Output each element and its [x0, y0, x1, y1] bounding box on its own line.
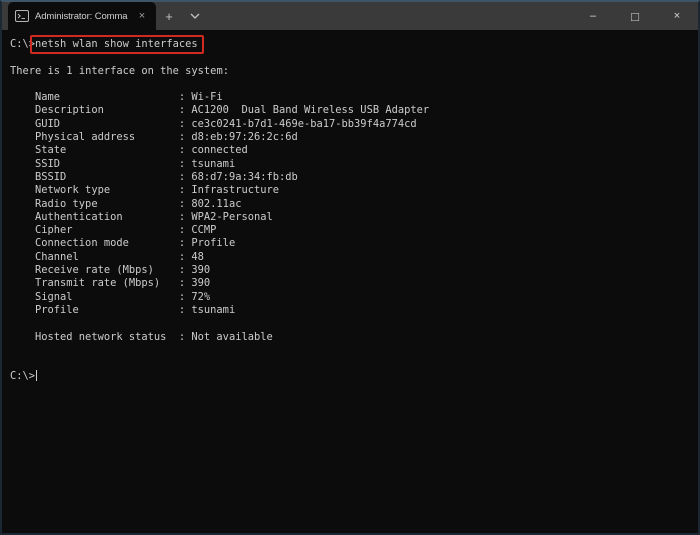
info-row-connection-mode: Connection modeProfile: [10, 237, 698, 250]
tab-dropdown-button[interactable]: [182, 2, 208, 30]
command-text: netsh wlan show interfaces: [35, 38, 198, 50]
info-row-network-type: Network typeInfrastructure: [10, 184, 698, 197]
blank-line: [10, 317, 698, 330]
blank-line: [10, 344, 698, 357]
info-row-description: DescriptionAC1200 Dual Band Wireless USB…: [10, 104, 698, 117]
info-row-profile: Profiletsunami: [10, 304, 698, 317]
info-row-ssid: SSIDtsunami: [10, 158, 698, 171]
info-row-signal: Signal72%: [10, 291, 698, 304]
tab-title: Administrator: Command Prompt: [35, 11, 128, 22]
info-row-name: NameWi-Fi: [10, 91, 698, 104]
titlebar[interactable]: Administrator: Command Prompt × + – □ ×: [2, 2, 698, 30]
prompt-text: C:\>: [10, 370, 35, 382]
info-row-guid: GUIDce3c0241-b7d1-469e-ba17-bb39f4a774cd: [10, 118, 698, 131]
titlebar-drag-area[interactable]: [208, 2, 572, 30]
tab-admin-command-prompt[interactable]: Administrator: Command Prompt ×: [8, 2, 156, 30]
info-row-radio-type: Radio type802.11ac: [10, 198, 698, 211]
command-line: C:\>netsh wlan show interfaces: [10, 38, 698, 51]
info-row-cipher: CipherCCMP: [10, 224, 698, 237]
terminal-window: Administrator: Command Prompt × + – □ × …: [0, 0, 700, 535]
intro-line: There is 1 interface on the system:: [10, 65, 698, 78]
command-prompt-icon: [15, 10, 29, 22]
prompt-line[interactable]: C:\>: [10, 370, 698, 383]
minimize-button[interactable]: –: [572, 2, 614, 30]
info-row-bssid: BSSID68:d7:9a:34:fb:db: [10, 171, 698, 184]
info-row-transmit-rate: Transmit rate (Mbps)390: [10, 277, 698, 290]
info-row-physical-address: Physical addressd8:eb:97:26:2c:6d: [10, 131, 698, 144]
info-row-receive-rate: Receive rate (Mbps)390: [10, 264, 698, 277]
close-button[interactable]: ×: [656, 2, 698, 30]
tab-close-button[interactable]: ×: [134, 8, 150, 24]
hosted-network-row: Hosted network statusNot available: [10, 331, 698, 344]
new-tab-button[interactable]: +: [156, 2, 182, 30]
chevron-down-icon: [190, 13, 200, 19]
terminal-output[interactable]: C:\>netsh wlan show interfaces There is …: [2, 30, 698, 533]
info-row-authentication: AuthenticationWPA2-Personal: [10, 211, 698, 224]
command-highlight-box: netsh wlan show interfaces: [30, 35, 204, 54]
info-row-channel: Channel48: [10, 251, 698, 264]
blank-line: [10, 78, 698, 91]
text-cursor: [36, 370, 37, 381]
blank-line: [10, 357, 698, 370]
info-row-state: Stateconnected: [10, 144, 698, 157]
maximize-button[interactable]: □: [614, 2, 656, 30]
